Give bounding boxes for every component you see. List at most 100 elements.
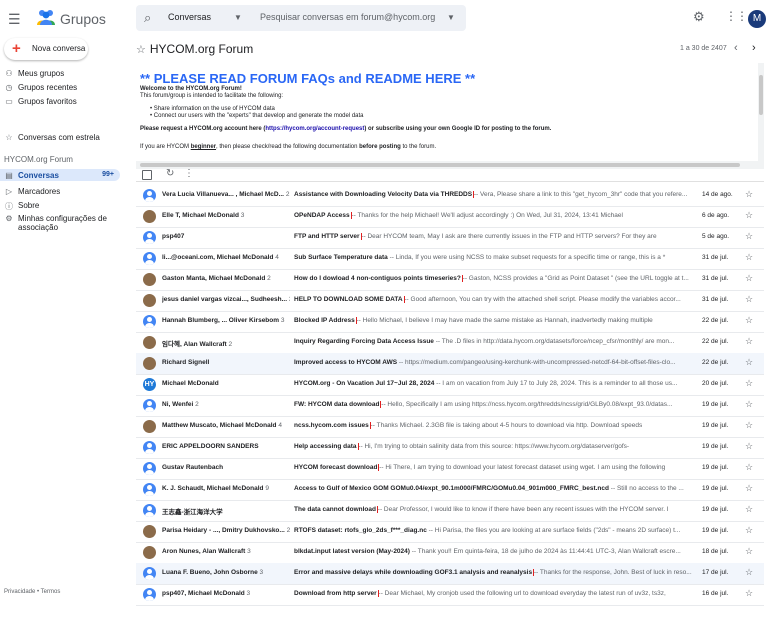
more-options-icon[interactable]: ⋮ xyxy=(184,168,194,179)
thread-snippet: -- I am on vacation from July 17 to July… xyxy=(434,380,678,387)
search-input[interactable]: Pesquisar conversas em forum@hycom.org xyxy=(260,12,435,22)
thread-subject: Help accessing data xyxy=(294,443,359,450)
sidebar-item-conversations[interactable]: ▤ Conversas 99+ xyxy=(0,169,120,181)
menu-icon[interactable]: ☰ xyxy=(8,11,21,28)
unread-count: 99+ xyxy=(102,171,114,178)
conversation-row[interactable]: psp407, Michael McDonald 3 Download from … xyxy=(136,584,764,606)
new-conversation-button[interactable]: + Nova conversa xyxy=(4,38,88,60)
sender-names: Gaston Manta, Michael McDonald 2 xyxy=(162,275,271,282)
conversation-row[interactable]: 임다혜, Alan Wallcraft 2 Inquiry Regarding F… xyxy=(136,332,764,354)
conversation-row[interactable]: jesus daniel vargas vizcai..., Sudheesh.… xyxy=(136,290,764,312)
star-icon[interactable]: ☆ xyxy=(136,44,146,56)
account-avatar[interactable]: M xyxy=(748,10,766,28)
refresh-icon[interactable]: ↻ xyxy=(166,168,174,179)
star-icon[interactable]: ☆ xyxy=(745,441,753,452)
page-title: HYCOM.org Forum xyxy=(149,42,254,56)
search-icon[interactable]: ⌕ xyxy=(144,10,151,26)
thread-snippet: -- Thank you!! Em quinta-feira, 18 de ju… xyxy=(409,548,681,555)
star-icon[interactable]: ☆ xyxy=(745,273,753,284)
star-icon[interactable]: ☆ xyxy=(745,294,753,305)
conversation-row[interactable]: li...@oceani.com, Michael McDonald 4 Sub … xyxy=(136,248,764,270)
star-icon[interactable]: ☆ xyxy=(745,588,753,599)
conversation-row[interactable]: HY Michael McDonald HYCOM.org - On Vacati… xyxy=(136,374,764,396)
chevron-down-icon[interactable]: ▼ xyxy=(234,13,242,22)
footer-links[interactable]: Privacidade • Termos xyxy=(4,589,60,595)
thread-snippet: -- Hello, Specifically I am using https:… xyxy=(379,401,673,408)
thread-content: FTP and HTTP server -- Dear HYCOM team, … xyxy=(294,233,692,240)
search-options-icon[interactable]: ▼ xyxy=(447,13,455,22)
search-scope-select[interactable]: Conversas xyxy=(168,12,211,22)
thread-content: HYCOM forecast download -- Hi There, I a… xyxy=(294,464,692,471)
next-page-icon[interactable]: › xyxy=(752,42,756,54)
star-icon[interactable]: ☆ xyxy=(745,504,753,515)
conversation-row[interactable]: Hannah Blumberg, ... Oliver Kirsebom 3 Bl… xyxy=(136,311,764,333)
thread-date: 22 de jul. xyxy=(702,338,729,345)
search-bar[interactable]: ⌕ Conversas ▼ Pesquisar conversas em for… xyxy=(136,5,466,31)
star-icon[interactable]: ☆ xyxy=(745,210,753,221)
star-icon[interactable]: ☆ xyxy=(745,525,753,536)
conversation-row[interactable]: Richard Signell Improved access to HYCOM… xyxy=(136,353,764,375)
thread-content: FW: HYCOM data download -- Hello, Specif… xyxy=(294,401,692,408)
thread-content: blkdat.input latest version (May-2024) -… xyxy=(294,548,692,555)
sender-names: Vera Lucia Villanueva... , Michael McD..… xyxy=(162,191,290,198)
sender-names: Parisa Heidary - ..., Dmitry Dukhovsko..… xyxy=(162,527,290,534)
star-icon[interactable]: ☆ xyxy=(745,189,753,200)
conversation-row[interactable]: K. J. Schaudt, Michael McDonald 9 Access … xyxy=(136,479,764,501)
thread-snippet: -- Gaston, NCSS provides a "Grid as Poin… xyxy=(460,275,689,282)
readme-panel: ** PLEASE READ FORUM FAQs and README HER… xyxy=(136,63,764,182)
info-icon: ⓘ xyxy=(5,202,13,211)
thread-date: 19 de jul. xyxy=(702,506,729,513)
star-icon[interactable]: ☆ xyxy=(745,567,753,578)
message-count: 3 xyxy=(247,548,251,555)
star-icon[interactable]: ☆ xyxy=(745,252,753,263)
avatar xyxy=(143,462,156,475)
thread-snippet: -- https://medium.com/pangeo/using-kerch… xyxy=(397,359,676,366)
star-icon[interactable]: ☆ xyxy=(745,231,753,242)
conversation-row[interactable]: ERIC APPELDOORN SANDERS Help accessing d… xyxy=(136,437,764,459)
thread-date: 17 de jul. xyxy=(702,569,729,576)
conversation-row[interactable]: psp407 FTP and HTTP server -- Dear HYCOM… xyxy=(136,227,764,249)
star-icon[interactable]: ☆ xyxy=(745,378,753,389)
readme-account-request: Please request a HYCOM.org account here … xyxy=(140,126,552,132)
star-icon[interactable]: ☆ xyxy=(745,462,753,473)
star-icon[interactable]: ☆ xyxy=(745,336,753,347)
readme-bullet: • Share information on the use of HYCOM … xyxy=(150,106,275,112)
avatar xyxy=(143,315,156,328)
star-icon[interactable]: ☆ xyxy=(745,483,753,494)
new-conversation-label: Nova conversa xyxy=(32,44,86,53)
avatar xyxy=(143,252,156,265)
sender-names: Luana F. Bueno, John Osborne 3 xyxy=(162,569,264,576)
conversation-row[interactable]: Luana F. Bueno, John Osborne 3 Error and … xyxy=(136,563,764,585)
conversation-row[interactable]: 王志鑫-浙江海洋大学 The data cannot download -- D… xyxy=(136,500,764,522)
message-count: 4 xyxy=(278,422,282,429)
thread-snippet: -- Hello Michael, I believe I may have m… xyxy=(354,317,653,324)
conversation-row[interactable]: Ni, Wenfei 2 FW: HYCOM data download -- H… xyxy=(136,395,764,417)
star-icon[interactable]: ☆ xyxy=(745,546,753,557)
conversation-row[interactable]: Gaston Manta, Michael McDonald 2 How do I… xyxy=(136,269,764,291)
star-icon[interactable]: ☆ xyxy=(745,420,753,431)
avatar xyxy=(143,294,156,307)
settings-gear-icon[interactable]: ⚙ xyxy=(693,9,705,25)
thread-snippet: -- The .D files in http://data.hycom.org… xyxy=(433,338,675,345)
conversation-row[interactable]: Gustav Rautenbach HYCOM forecast downloa… xyxy=(136,458,764,480)
scrollbar-thumb[interactable] xyxy=(759,75,763,115)
select-all-checkbox[interactable] xyxy=(142,170,152,180)
star-icon[interactable]: ☆ xyxy=(745,399,753,410)
app-name[interactable]: Grupos xyxy=(60,11,106,27)
avatar xyxy=(143,546,156,559)
thread-snippet: -- Thanks for the help Michael! We'll ad… xyxy=(349,212,623,219)
conversation-row[interactable]: Vera Lucia Villanueva... , Michael McD..… xyxy=(136,185,764,207)
conversation-row[interactable]: Elle T, Michael McDonald 3 OPeNDAP Access… xyxy=(136,206,764,228)
star-icon[interactable]: ☆ xyxy=(745,357,753,368)
sender-names: Elle T, Michael McDonald 3 xyxy=(162,212,245,219)
conversation-row[interactable]: Parisa Heidary - ..., Dmitry Dukhovsko..… xyxy=(136,521,764,543)
conversation-row[interactable]: Matthew Muscato, Michael McDonald 4 ncss.… xyxy=(136,416,764,438)
account-request-link[interactable]: https://hycom.org/account-request xyxy=(265,126,364,132)
message-count: 3 xyxy=(259,569,264,576)
thread-content: ncss.hycom.com issues -- Thanks Michael.… xyxy=(294,422,692,429)
avatar xyxy=(143,588,156,601)
star-icon[interactable]: ☆ xyxy=(745,315,753,326)
conversation-row[interactable]: Aron Nunes, Alan Wallcraft 3 blkdat.input… xyxy=(136,542,764,564)
previous-page-icon[interactable]: ‹ xyxy=(734,42,738,54)
thread-date: 16 de jul. xyxy=(702,590,729,597)
